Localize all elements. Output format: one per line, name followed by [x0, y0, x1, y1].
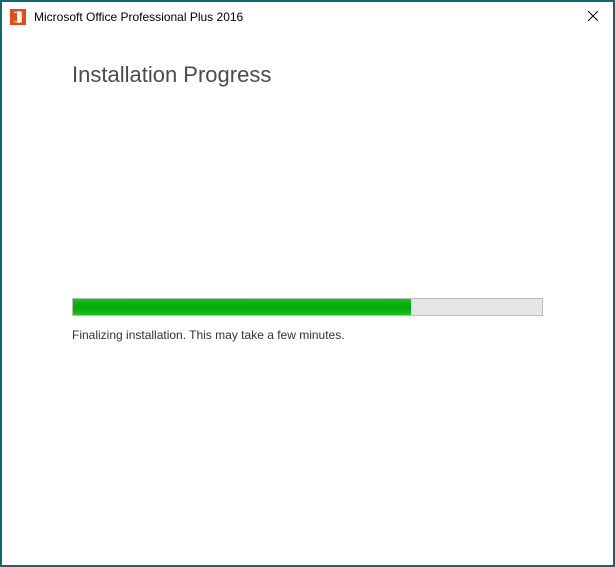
- progress-container: Finalizing installation. This may take a…: [72, 298, 543, 342]
- page-title: Installation Progress: [72, 62, 543, 88]
- office-icon: [10, 9, 26, 25]
- content-area: Installation Progress Finalizing install…: [2, 32, 613, 565]
- progress-bar: [72, 298, 543, 316]
- window-title: Microsoft Office Professional Plus 2016: [34, 10, 573, 24]
- close-button[interactable]: [573, 2, 613, 32]
- titlebar: Microsoft Office Professional Plus 2016: [2, 2, 613, 32]
- installer-window: Microsoft Office Professional Plus 2016 …: [0, 0, 615, 567]
- status-text: Finalizing installation. This may take a…: [72, 328, 543, 342]
- progress-fill: [73, 299, 411, 315]
- close-icon: [588, 8, 598, 26]
